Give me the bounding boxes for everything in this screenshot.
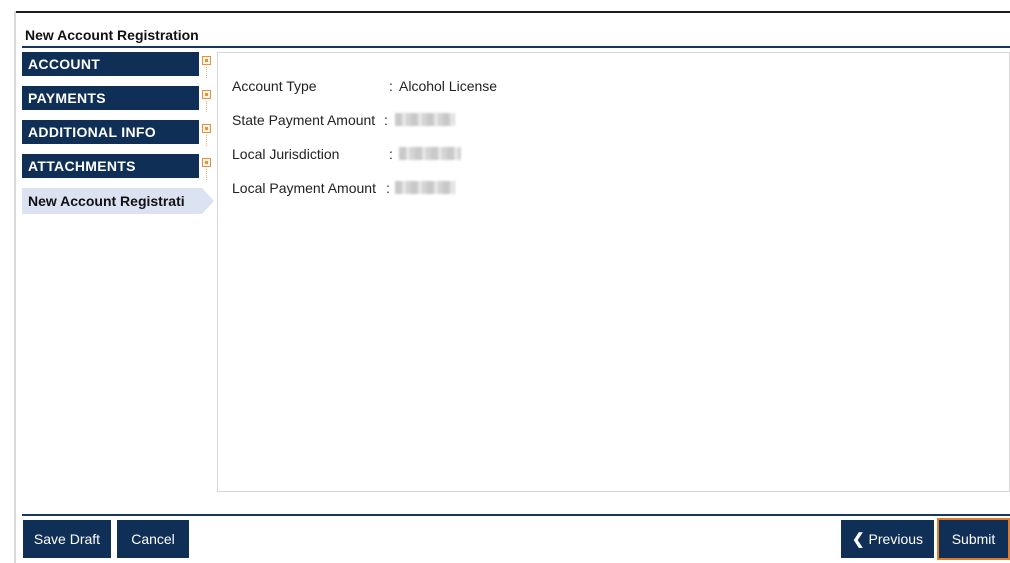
field-label: Local Jurisdiction bbox=[232, 146, 340, 162]
redacted-value bbox=[395, 181, 455, 194]
step-marker-icon bbox=[202, 124, 211, 133]
field-label: Local Payment Amount bbox=[232, 180, 376, 196]
submit-button[interactable]: Submit bbox=[937, 518, 1010, 560]
submit-label: Submit bbox=[951, 531, 996, 547]
previous-button[interactable]: ❮ Previous bbox=[841, 520, 934, 558]
step-current-new-account-registration: New Account Registrati bbox=[22, 188, 202, 214]
summary-panel: Account Type : Alcohol License State Pay… bbox=[217, 52, 1010, 492]
step-connector bbox=[206, 135, 207, 146]
step-connector bbox=[206, 101, 207, 112]
cancel-button[interactable]: Cancel bbox=[117, 520, 189, 558]
save-draft-label: Save Draft bbox=[33, 531, 101, 547]
step-marker-icon bbox=[202, 56, 211, 65]
step-attachments[interactable]: ATTACHMENTS bbox=[22, 154, 199, 178]
step-payments[interactable]: PAYMENTS bbox=[22, 86, 199, 110]
save-draft-button[interactable]: Save Draft bbox=[23, 520, 111, 558]
footer-divider bbox=[22, 514, 1010, 516]
field-label: State Payment Amount bbox=[232, 112, 376, 128]
cancel-label: Cancel bbox=[131, 531, 175, 547]
redacted-value bbox=[395, 113, 455, 126]
page-title: New Account Registration bbox=[25, 27, 199, 43]
step-additional-info[interactable]: ADDITIONAL INFO bbox=[22, 120, 199, 144]
field-value-account-type: Alcohol License bbox=[399, 78, 498, 94]
chevron-left-icon: ❮ bbox=[851, 531, 865, 548]
window-top-border bbox=[14, 11, 1010, 13]
step-marker-icon bbox=[202, 90, 211, 99]
previous-label: Previous bbox=[868, 531, 924, 547]
current-step-arrow-icon bbox=[202, 188, 214, 214]
window-left-edge bbox=[14, 11, 16, 563]
step-connector bbox=[206, 67, 207, 78]
step-marker-icon bbox=[202, 158, 211, 167]
field-separator: : bbox=[386, 180, 390, 196]
field-separator: : bbox=[389, 78, 393, 94]
step-connector bbox=[206, 169, 207, 180]
title-divider bbox=[22, 46, 1010, 48]
field-separator: : bbox=[389, 146, 393, 162]
field-label: Account Type bbox=[232, 78, 317, 94]
redacted-value bbox=[399, 147, 461, 160]
field-separator: : bbox=[384, 112, 388, 128]
step-account[interactable]: ACCOUNT bbox=[22, 52, 199, 76]
